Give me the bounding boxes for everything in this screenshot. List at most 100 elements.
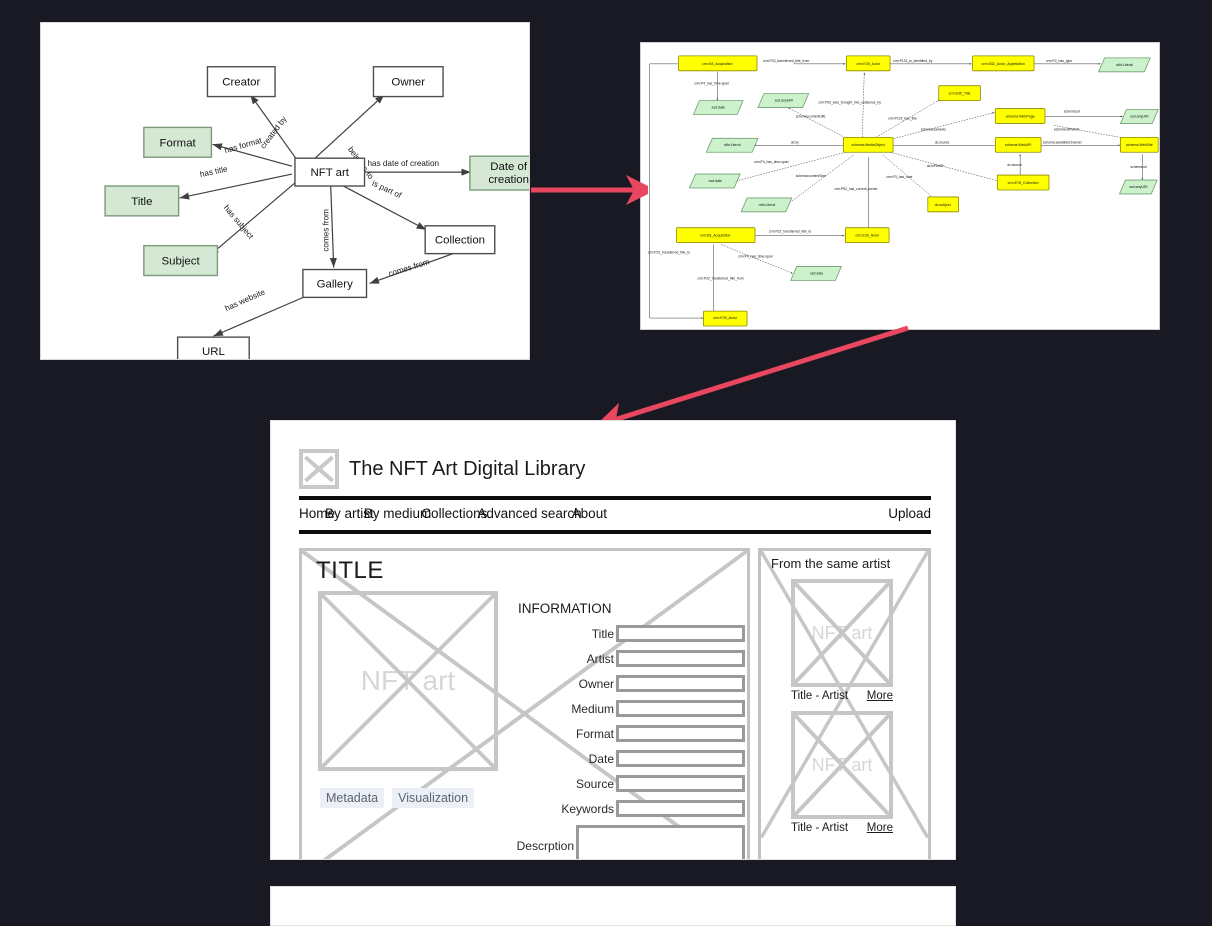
artwork-image-placeholder[interactable]: NFT art bbox=[318, 591, 498, 771]
related-placeholder-label: NFT art bbox=[811, 622, 873, 643]
svg-text:has title: has title bbox=[199, 164, 229, 179]
svg-text:URL: URL bbox=[202, 346, 225, 358]
detail-panel: TITLE NFT art Metadata Visualization INF… bbox=[299, 548, 750, 859]
svg-text:schema:url: schema:url bbox=[1064, 110, 1081, 114]
field-input-source[interactable] bbox=[616, 775, 745, 792]
field-input-description[interactable] bbox=[576, 825, 745, 859]
svg-text:schema:contentURL: schema:contentURL bbox=[796, 114, 827, 118]
svg-text:schema:WebPage: schema:WebPage bbox=[1006, 114, 1035, 118]
logo-placeholder-icon bbox=[299, 449, 339, 489]
svg-text:crm:E39_Actor: crm:E39_Actor bbox=[856, 62, 880, 66]
svg-text:crm:E39_Actor: crm:E39_Actor bbox=[713, 316, 737, 320]
ontology-node-gallery: Gallery bbox=[302, 268, 368, 299]
information-heading: INFORMATION bbox=[518, 601, 612, 616]
field-input-date[interactable] bbox=[616, 750, 745, 767]
related-caption: Title - Artist bbox=[791, 690, 849, 702]
ontology-node-url: URL bbox=[176, 336, 250, 359]
svg-text:schema:WebSite: schema:WebSite bbox=[1126, 143, 1153, 147]
svg-text:dc:subject: dc:subject bbox=[935, 203, 951, 207]
svg-text:crm:P92_was_brought_into_exist: crm:P92_was_brought_into_existence_by bbox=[819, 101, 882, 105]
svg-text:xsd:date: xsd:date bbox=[810, 271, 823, 275]
field-row-format: Format bbox=[510, 725, 745, 742]
svg-text:dc:source: dc:source bbox=[935, 140, 950, 144]
related-caption: Title - Artist bbox=[791, 822, 849, 834]
page-title: TITLE bbox=[316, 557, 384, 584]
field-label-format: Format bbox=[575, 726, 614, 741]
field-row-description: Descrption bbox=[510, 825, 745, 859]
svg-text:schema:contentSize: schema:contentSize bbox=[796, 174, 826, 178]
related-placeholder-label: NFT art bbox=[811, 754, 873, 775]
svg-text:schema:availableChannel: schema:availableChannel bbox=[1043, 140, 1082, 144]
field-input-format[interactable] bbox=[616, 725, 745, 742]
svg-text:Title: Title bbox=[131, 196, 152, 208]
field-label-keywords: Keywords bbox=[561, 801, 614, 816]
related-more-link[interactable]: More bbox=[867, 822, 893, 834]
flow-arrow-diagonal bbox=[594, 320, 920, 432]
svg-text:NFT art: NFT art bbox=[310, 167, 349, 179]
svg-text:crm:P4_has_time-span: crm:P4_has_time-span bbox=[694, 82, 729, 86]
svg-text:crm:P22_transferred_title_from: crm:P22_transferred_title_from bbox=[697, 276, 744, 280]
ontology-node-title: Title bbox=[104, 185, 180, 217]
related-thumbnail[interactable]: NFT art bbox=[791, 711, 893, 819]
svg-text:xsd:anyURI: xsd:anyURI bbox=[1130, 114, 1148, 118]
svg-text:crm:E39_Actor: crm:E39_Actor bbox=[855, 234, 879, 238]
wireframe-body: TITLE NFT art Metadata Visualization INF… bbox=[299, 548, 931, 859]
svg-text:schema:url: schema:url bbox=[1130, 165, 1147, 169]
field-input-medium[interactable] bbox=[616, 700, 745, 717]
ontology-node-subject: Subject bbox=[143, 244, 219, 277]
nav-item-upload[interactable]: Upload bbox=[888, 506, 931, 521]
field-input-keywords[interactable] bbox=[616, 800, 745, 817]
svg-text:Creator: Creator bbox=[222, 77, 260, 89]
svg-text:crm:P4_has_time-span: crm:P4_has_time-span bbox=[754, 160, 789, 164]
metadata-button[interactable]: Metadata bbox=[320, 788, 385, 808]
related-card[interactable]: NFT art Title - Artist More bbox=[791, 711, 893, 834]
svg-text:rdfs:Literal: rdfs:Literal bbox=[1116, 63, 1133, 67]
field-label-medium: Medium bbox=[571, 701, 614, 716]
wireframe-mockup-panel: The NFT Art Digital Library Home By arti… bbox=[270, 420, 956, 860]
svg-text:crm:E78_Collection: crm:E78_Collection bbox=[1008, 181, 1039, 185]
field-input-title[interactable] bbox=[616, 625, 745, 642]
svg-text:Subject: Subject bbox=[162, 256, 201, 268]
field-label-description: Descrption bbox=[516, 839, 574, 853]
field-row-keywords: Keywords bbox=[510, 800, 745, 817]
wireframe-next-page-sliver bbox=[270, 886, 956, 926]
field-label-title: Title bbox=[591, 626, 614, 641]
field-row-artist: Artist bbox=[510, 650, 745, 667]
svg-text:xsd:date: xsd:date bbox=[709, 179, 722, 183]
field-input-owner[interactable] bbox=[616, 675, 745, 692]
related-more-link[interactable]: More bbox=[867, 690, 893, 702]
main-navigation: Home By artist By medium Collections Adv… bbox=[299, 500, 931, 526]
information-form: INFORMATION Title Artist Owner Medium Fo… bbox=[510, 601, 745, 859]
field-input-artist[interactable] bbox=[616, 650, 745, 667]
svg-text:Collection: Collection bbox=[435, 235, 485, 247]
view-mode-buttons: Metadata Visualization bbox=[320, 788, 475, 808]
svg-text:schema:isPartOf: schema:isPartOf bbox=[1054, 127, 1079, 131]
nav-item-advanced-search[interactable]: Advanced search bbox=[477, 506, 581, 521]
svg-text:is part of: is part of bbox=[371, 179, 404, 201]
svg-text:xsd:anyURI: xsd:anyURI bbox=[1129, 185, 1147, 189]
related-thumbnail[interactable]: NFT art bbox=[791, 579, 893, 687]
field-row-medium: Medium bbox=[510, 700, 745, 717]
svg-text:crm:P4_has_time-span: crm:P4_has_time-span bbox=[738, 254, 773, 258]
related-card[interactable]: NFT art Title - Artist More bbox=[791, 579, 893, 702]
svg-text:Owner: Owner bbox=[391, 77, 425, 89]
svg-text:schema:sameAs: schema:sameAs bbox=[921, 127, 946, 131]
header-divider-bottom bbox=[299, 530, 931, 534]
svg-text:crm:P23_transferred_title_from: crm:P23_transferred_title_from bbox=[763, 59, 810, 63]
rdf-property-labels: crm:P23_transferred_title_from crm:P131_… bbox=[648, 59, 1147, 280]
svg-text:rdfs:Literal: rdfs:Literal bbox=[759, 203, 776, 207]
svg-text:comes from: comes from bbox=[322, 209, 331, 252]
svg-text:crm:P131_is_identified_by: crm:P131_is_identified_by bbox=[893, 59, 933, 63]
svg-text:xsd:anyURI: xsd:anyURI bbox=[775, 99, 793, 103]
svg-text:schema:MediaObject: schema:MediaObject bbox=[851, 143, 884, 147]
visualization-button[interactable]: Visualization bbox=[392, 788, 475, 808]
field-row-owner: Owner bbox=[510, 675, 745, 692]
rdf-node-literal: rdfs:Literal xsd:date xsd:anyURI rdfs:Li… bbox=[688, 57, 1159, 281]
field-row-date: Date bbox=[510, 750, 745, 767]
nav-item-about[interactable]: About bbox=[572, 506, 607, 521]
svg-text:comes from: comes from bbox=[387, 257, 431, 278]
ontology-diagram-panel: created by belongs to has format has tit… bbox=[40, 22, 530, 360]
svg-text:crm:P2_has_type: crm:P2_has_type bbox=[1046, 59, 1072, 63]
field-label-date: Date bbox=[588, 751, 614, 766]
ontology-node-format: Format bbox=[143, 126, 213, 158]
